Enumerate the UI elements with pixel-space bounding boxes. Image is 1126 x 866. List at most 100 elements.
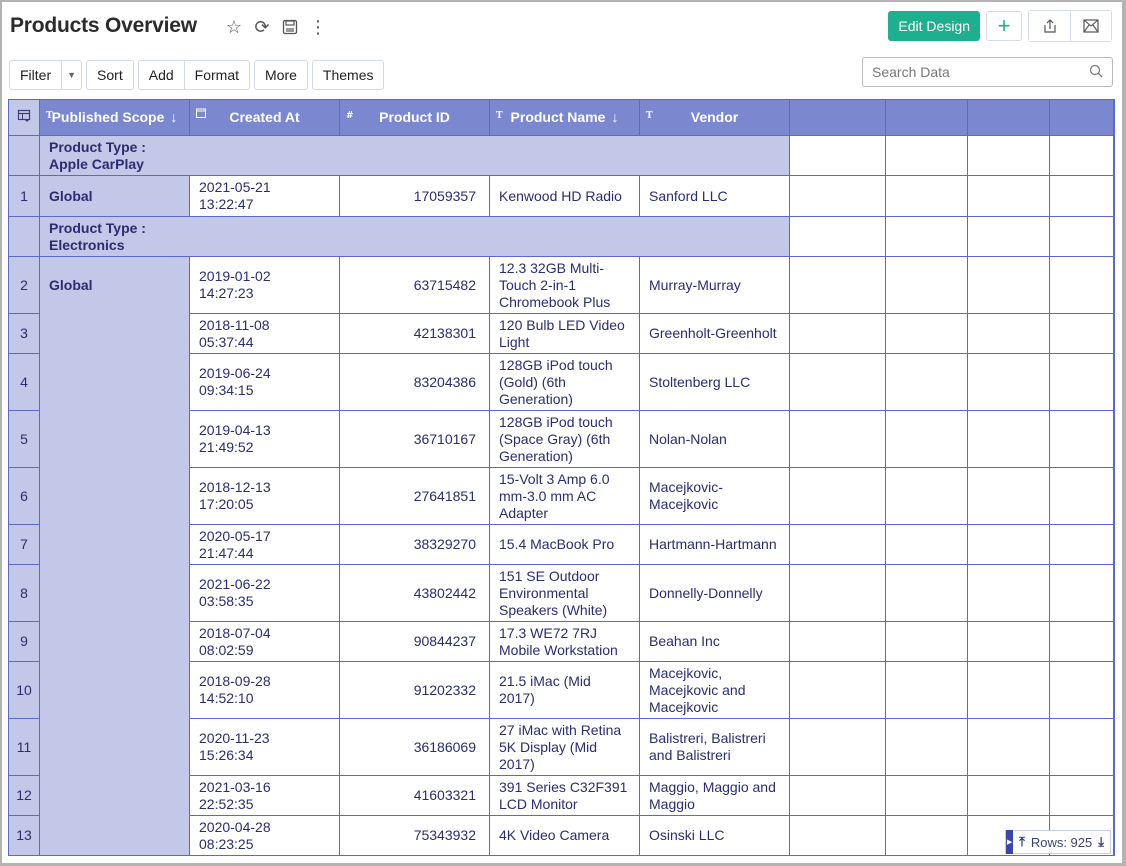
search-icon[interactable] bbox=[1089, 64, 1103, 81]
product-name-cell[interactable]: 391 Series C32F391 LCD Monitor bbox=[489, 775, 640, 816]
edit-design-button[interactable]: Edit Design bbox=[888, 11, 980, 41]
product-name-cell[interactable]: 128GB iPod touch (Space Gray) (6th Gener… bbox=[489, 410, 640, 468]
product-id-cell[interactable]: 41603321 bbox=[339, 775, 490, 816]
created-at-cell[interactable]: 2020-05-17 21:47:44 bbox=[189, 524, 340, 565]
search-input[interactable] bbox=[872, 64, 1089, 80]
created-at-cell[interactable]: 2018-12-13 17:20:05 bbox=[189, 467, 340, 525]
product-id-cell[interactable]: 75343932 bbox=[339, 815, 490, 856]
column-header-vendor[interactable]: T Vendor bbox=[639, 99, 790, 136]
product-name-cell[interactable]: 21.5 iMac (Mid 2017) bbox=[489, 661, 640, 719]
vendor-cell[interactable]: Macejkovic-Macejkovic bbox=[639, 467, 790, 525]
column-chooser-icon bbox=[17, 109, 31, 122]
created-time: 08:23:25 bbox=[199, 835, 254, 852]
vendor-cell[interactable]: Sanford LLC bbox=[639, 175, 790, 217]
table-row[interactable]: 2 Global 2019-01-02 14:27:23 63715482 12.3 32… bbox=[8, 256, 1113, 856]
created-at-cell[interactable]: 2021-05-21 13:22:47 bbox=[189, 175, 340, 217]
empty-cell bbox=[789, 564, 886, 622]
more-vertical-icon[interactable]: ⋮ bbox=[308, 16, 328, 38]
created-at-cell[interactable]: 2021-06-22 03:58:35 bbox=[189, 564, 340, 622]
product-id-cell[interactable]: 17059357 bbox=[339, 175, 490, 217]
product-id-cell[interactable]: 91202332 bbox=[339, 661, 490, 719]
published-scope-cell[interactable]: Global bbox=[39, 175, 190, 217]
created-at-cell[interactable]: 2019-04-13 21:49:52 bbox=[189, 410, 340, 468]
product-name-cell[interactable]: 4K Video Camera bbox=[489, 815, 640, 856]
product-name-cell[interactable]: 15-Volt 3 Amp 6.0 mm-3.0 mm AC Adapter bbox=[489, 467, 640, 525]
created-at-cell[interactable]: 2020-11-23 15:26:34 bbox=[189, 718, 340, 776]
format-button[interactable]: Format bbox=[183, 61, 249, 89]
created-at-cell[interactable]: 2018-11-08 05:37:44 bbox=[189, 313, 340, 354]
column-header-product-name[interactable]: T Product Name ↓ bbox=[489, 99, 640, 136]
empty-cell bbox=[789, 815, 886, 856]
vendor-cell[interactable]: Macejkovic, Macejkovic and Macejkovic bbox=[639, 661, 790, 719]
refresh-icon[interactable]: ⟳ bbox=[252, 16, 272, 38]
product-id-cell[interactable]: 36710167 bbox=[339, 410, 490, 468]
sort-desc-icon[interactable]: ↓ bbox=[611, 109, 618, 125]
product-id-cell[interactable]: 38329270 bbox=[339, 524, 490, 565]
empty-cell bbox=[1049, 216, 1113, 257]
table-row[interactable]: 1 Global 2021-05-21 13:22:47 17059357 Kenwood… bbox=[8, 175, 1113, 217]
sort-button[interactable]: Sort bbox=[87, 61, 133, 89]
product-name-cell[interactable]: 17.3 WE72 7RJ Mobile Workstation bbox=[489, 621, 640, 662]
vendor-cell[interactable]: Balistreri, Balistreri and Balistreri bbox=[639, 718, 790, 776]
product-id-cell[interactable]: 83204386 bbox=[339, 353, 490, 411]
product-id-cell[interactable]: 90844237 bbox=[339, 621, 490, 662]
product-id-cell[interactable]: 36186069 bbox=[339, 718, 490, 776]
scroll-top-icon[interactable]: ⤒ bbox=[1013, 834, 1031, 850]
column-settings-header[interactable] bbox=[8, 99, 40, 136]
group-header-row: Product Type : Electronics bbox=[8, 216, 1113, 257]
product-name-cell[interactable]: 15.4 MacBook Pro bbox=[489, 524, 640, 565]
number-type-icon: # bbox=[346, 111, 354, 121]
empty-header bbox=[967, 99, 1050, 136]
themes-button[interactable]: Themes bbox=[313, 61, 384, 89]
vendor-cell[interactable]: Greenholt-Greenholt bbox=[639, 313, 790, 354]
email-button[interactable] bbox=[1070, 11, 1111, 41]
save-icon[interactable] bbox=[280, 16, 300, 38]
vendor-cell[interactable]: Stoltenberg LLC bbox=[639, 353, 790, 411]
collapse-handle-icon[interactable]: ▶ bbox=[1006, 830, 1014, 854]
vendor-cell[interactable]: Hartmann-Hartmann bbox=[639, 524, 790, 565]
add-button[interactable]: + bbox=[986, 11, 1022, 41]
created-at-cell[interactable]: 2018-09-28 14:52:10 bbox=[189, 661, 340, 719]
product-name-cell[interactable]: 120 Bulb LED Video Light bbox=[489, 313, 640, 354]
email-icon bbox=[1083, 19, 1099, 33]
empty-cell bbox=[885, 661, 968, 719]
product-name-cell[interactable]: Kenwood HD Radio bbox=[489, 175, 640, 217]
sort-desc-icon[interactable]: ↓ bbox=[170, 109, 177, 125]
vendor-cell[interactable]: Donnelly-Donnelly bbox=[639, 564, 790, 622]
group-label[interactable]: Product Type : Apple CarPlay bbox=[39, 135, 790, 176]
created-at-cell[interactable]: 2019-01-02 14:27:23 bbox=[189, 256, 340, 314]
created-at-cell[interactable]: 2021-03-16 22:52:35 bbox=[189, 775, 340, 816]
created-at-cell[interactable]: 2019-06-24 09:34:15 bbox=[189, 353, 340, 411]
product-name-cell[interactable]: 128GB iPod touch (Gold) (6th Generation) bbox=[489, 353, 640, 411]
filter-dropdown-button[interactable]: ▼ bbox=[61, 61, 81, 89]
vendor-cell[interactable]: Murray-Murray bbox=[639, 256, 790, 314]
vendor-cell[interactable]: Osinski LLC bbox=[639, 815, 790, 856]
column-header-created-at[interactable]: Created At bbox=[189, 99, 340, 136]
scroll-bottom-icon[interactable]: ⤓ bbox=[1092, 834, 1110, 850]
group-label-value: Apple CarPlay bbox=[49, 155, 144, 172]
group-label[interactable]: Product Type : Electronics bbox=[39, 216, 790, 257]
vendor-cell[interactable]: Beahan Inc bbox=[639, 621, 790, 662]
product-name-cell[interactable]: 151 SE Outdoor Environmental Speakers (W… bbox=[489, 564, 640, 622]
created-at-cell[interactable]: 2018-07-04 08:02:59 bbox=[189, 621, 340, 662]
column-header-published-scope[interactable]: T Published Scope ↓ bbox=[39, 99, 190, 136]
product-id-cell[interactable]: 63715482 bbox=[339, 256, 490, 314]
star-icon[interactable]: ☆ bbox=[224, 16, 244, 38]
created-at-cell[interactable]: 2020-04-28 08:23:25 bbox=[189, 815, 340, 856]
product-id-cell[interactable]: 27641851 bbox=[339, 467, 490, 525]
empty-cell bbox=[789, 353, 886, 411]
filter-button[interactable]: Filter bbox=[10, 61, 61, 89]
published-scope-cell[interactable]: Global bbox=[39, 256, 190, 856]
share-email-group bbox=[1028, 10, 1112, 42]
column-header-product-id[interactable]: # Product ID bbox=[339, 99, 490, 136]
empty-cell bbox=[885, 216, 968, 257]
product-id-cell[interactable]: 42138301 bbox=[339, 313, 490, 354]
share-button[interactable] bbox=[1029, 11, 1070, 41]
vendor-cell[interactable]: Maggio, Maggio and Maggio bbox=[639, 775, 790, 816]
vendor-cell[interactable]: Nolan-Nolan bbox=[639, 410, 790, 468]
product-name-cell[interactable]: 27 iMac with Retina 5K Display (Mid 2017… bbox=[489, 718, 640, 776]
product-name-cell[interactable]: 12.3 32GB Multi-Touch 2-in-1 Chromebook … bbox=[489, 256, 640, 314]
add-column-button[interactable]: Add bbox=[139, 61, 184, 89]
more-button[interactable]: More bbox=[255, 61, 307, 89]
product-id-cell[interactable]: 43802442 bbox=[339, 564, 490, 622]
